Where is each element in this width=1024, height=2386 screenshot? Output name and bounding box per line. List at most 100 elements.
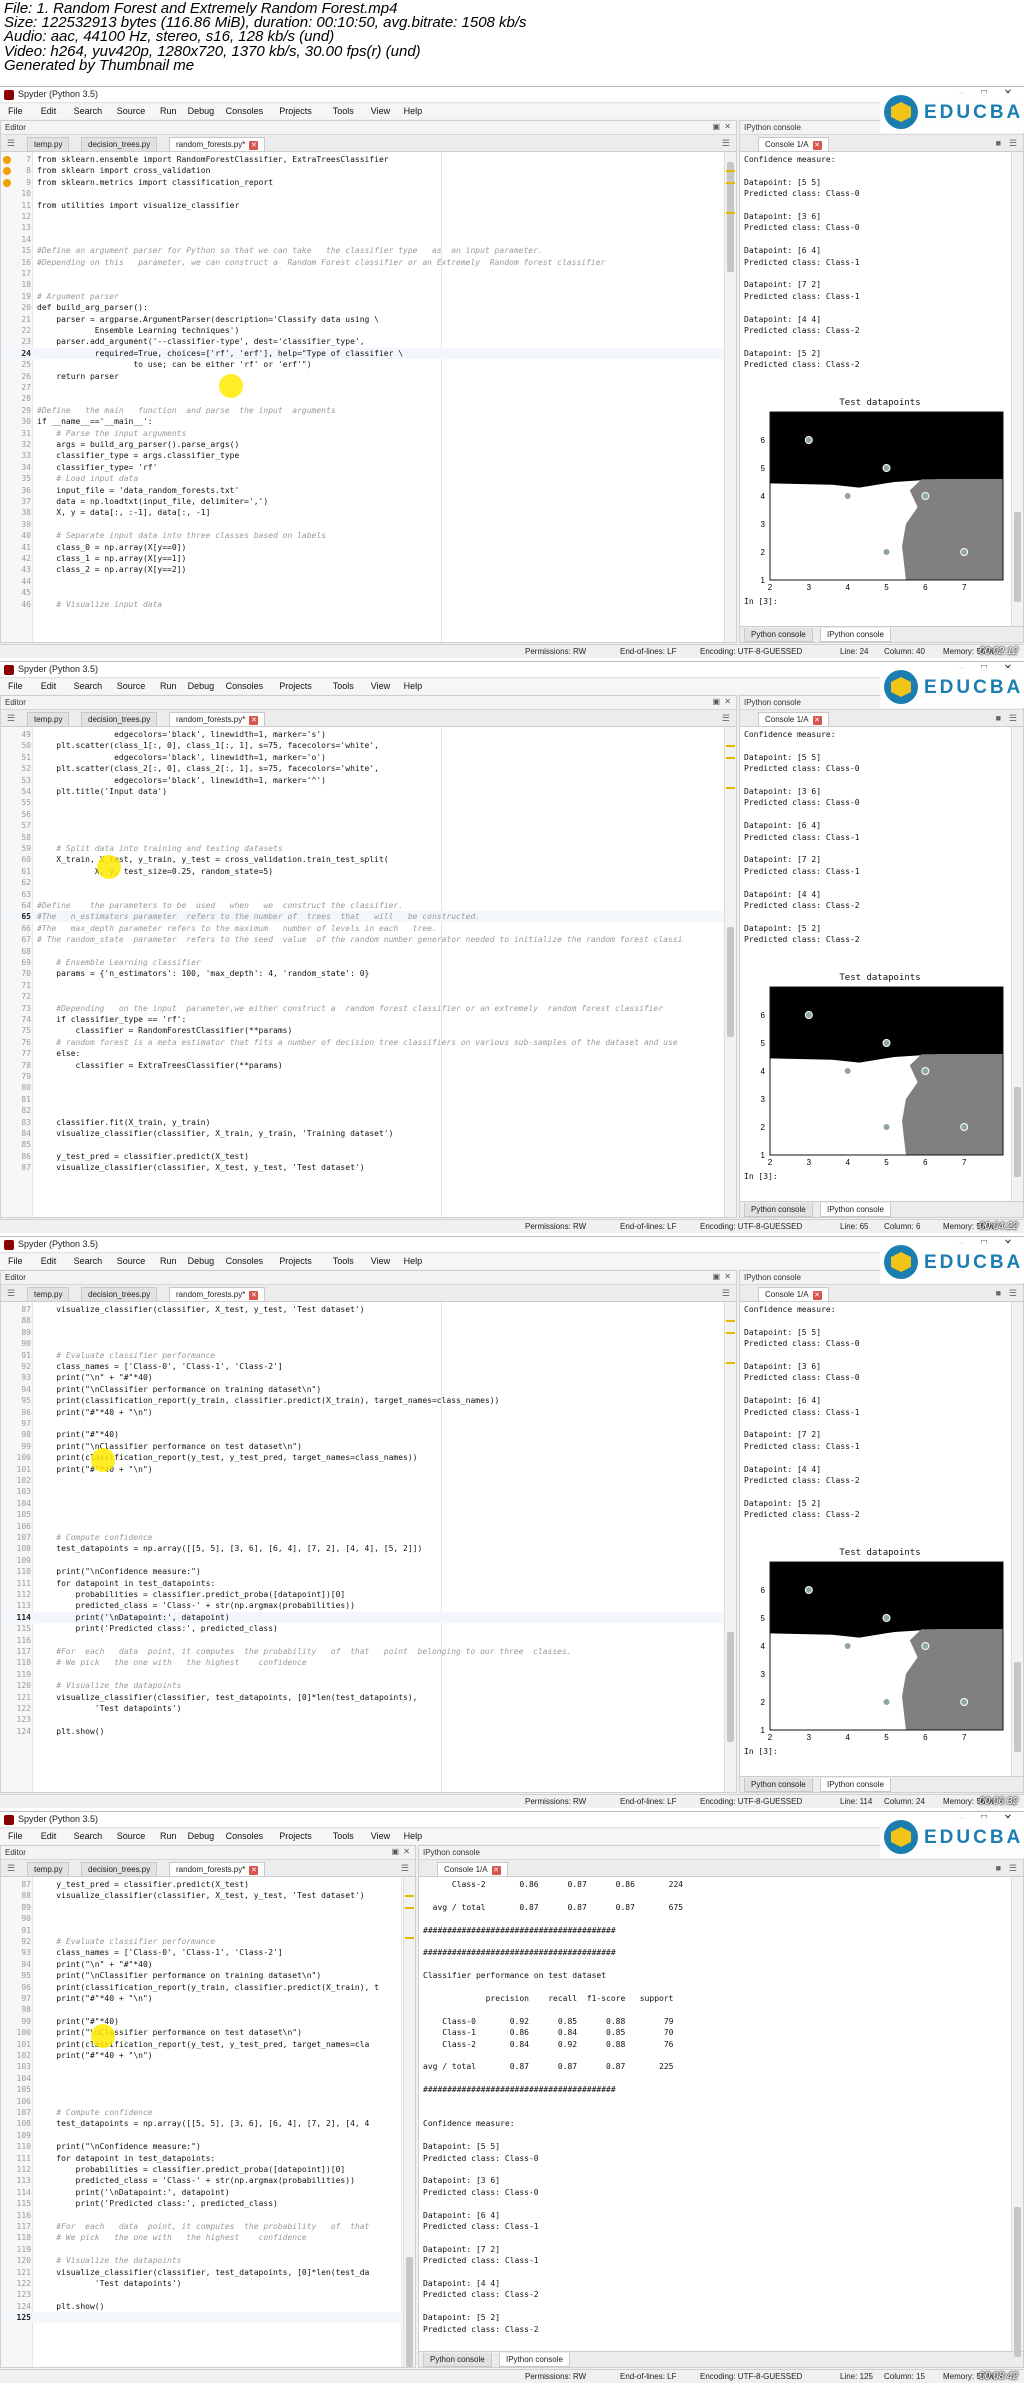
scrollbar-thumb[interactable] xyxy=(1014,512,1021,602)
menu-source[interactable]: Source xyxy=(117,1831,146,1841)
editor-tab[interactable]: random_forests.py* ✕ xyxy=(169,1287,266,1301)
menu-search[interactable]: Search xyxy=(74,1831,103,1841)
close-tab-icon[interactable]: ✕ xyxy=(491,1866,501,1875)
menu-edit[interactable]: Edit xyxy=(41,106,57,116)
console-type-tab[interactable]: IPython console xyxy=(499,2353,570,2367)
stop-icon[interactable]: ■ xyxy=(996,1863,1001,1873)
options-icon[interactable]: ☰ xyxy=(1009,1288,1017,1299)
close-pane-icon[interactable]: ✕ xyxy=(724,1272,731,1281)
console-prompt[interactable]: In [3]: xyxy=(744,596,778,607)
console-scrollbar[interactable] xyxy=(1011,727,1023,1201)
console-output[interactable]: Confidence measure: Datapoint: [5 5] Predi… xyxy=(740,1302,1023,1776)
close-pane-icon[interactable]: ✕ xyxy=(724,122,731,131)
close-pane-icon[interactable]: ✕ xyxy=(724,697,731,706)
console-type-tab[interactable]: Python console xyxy=(423,2353,492,2367)
editor-tab[interactable]: decision_trees.py xyxy=(81,1287,158,1301)
menu-debug[interactable]: Debug xyxy=(188,106,215,116)
options-icon[interactable]: ☰ xyxy=(401,1863,409,1874)
code-editor[interactable]: 7 from sklearn.ensemble import RandomFore… xyxy=(1,152,736,642)
menu-help[interactable]: Help xyxy=(404,1256,423,1266)
menu-consoles[interactable]: Consoles xyxy=(226,1256,264,1266)
menu-consoles[interactable]: Consoles xyxy=(226,1831,264,1841)
scrollbar-thumb[interactable] xyxy=(1014,1087,1021,1177)
menu-search[interactable]: Search xyxy=(74,106,103,116)
editor-scrollbar[interactable] xyxy=(724,727,736,1217)
menu-projects[interactable]: Projects xyxy=(279,1831,312,1841)
console-tab[interactable]: Console 1/A ✕ xyxy=(437,1862,508,1876)
editor-tab[interactable]: temp.py xyxy=(27,712,70,726)
scrollbar-thumb[interactable] xyxy=(1014,1662,1021,1752)
menu-run[interactable]: Run xyxy=(160,1831,177,1841)
editor-tab[interactable]: temp.py xyxy=(27,1287,70,1301)
console-prompt[interactable]: In [3]: xyxy=(744,1171,778,1182)
menu-search[interactable]: Search xyxy=(74,681,103,691)
close-tab-icon[interactable]: ✕ xyxy=(249,1866,259,1875)
options-icon[interactable]: ☰ xyxy=(722,713,730,724)
console-type-tab[interactable]: Python console xyxy=(744,1203,813,1217)
menu-help[interactable]: Help xyxy=(404,681,423,691)
menu-debug[interactable]: Debug xyxy=(188,681,215,691)
editor-scrollbar[interactable] xyxy=(724,152,736,642)
editor-tab[interactable]: temp.py xyxy=(27,137,70,151)
editor-tab[interactable]: random_forests.py* ✕ xyxy=(169,712,266,726)
stop-icon[interactable]: ■ xyxy=(996,713,1001,723)
options-icon[interactable]: ☰ xyxy=(722,1288,730,1299)
menu-consoles[interactable]: Consoles xyxy=(226,106,264,116)
menu-view[interactable]: View xyxy=(371,1831,390,1841)
menu-file[interactable]: File xyxy=(8,1831,23,1841)
code-editor[interactable]: 49 edgecolors='black', linewidth=1, mark… xyxy=(1,727,736,1217)
menu-tools[interactable]: Tools xyxy=(333,1256,354,1266)
menu-run[interactable]: Run xyxy=(160,1256,177,1266)
console-scrollbar[interactable] xyxy=(1011,1302,1023,1776)
close-tab-icon[interactable]: ✕ xyxy=(249,1291,259,1300)
close-pane-icon[interactable]: ✕ xyxy=(403,1847,410,1856)
menu-source[interactable]: Source xyxy=(117,106,146,116)
code-editor[interactable]: 87 visualize_classifier(classifier, X_te… xyxy=(1,1302,736,1792)
console-type-tab[interactable]: IPython console xyxy=(820,1203,891,1217)
editor-tab[interactable]: decision_trees.py xyxy=(81,137,158,151)
scrollbar-thumb[interactable] xyxy=(1014,2207,1021,2357)
editor-tab[interactable]: random_forests.py* ✕ xyxy=(169,1862,266,1876)
editor-tab[interactable]: temp.py xyxy=(27,1862,70,1876)
console-prompt[interactable]: In [3]: xyxy=(744,1746,778,1757)
console-tab[interactable]: Console 1/A ✕ xyxy=(758,712,829,726)
console-type-tab[interactable]: IPython console xyxy=(820,628,891,642)
close-tab-icon[interactable]: ✕ xyxy=(812,716,822,725)
tab-browse-icon[interactable]: ☰ xyxy=(7,1288,15,1299)
menu-debug[interactable]: Debug xyxy=(188,1256,215,1266)
menu-file[interactable]: File xyxy=(8,1256,23,1266)
menu-view[interactable]: View xyxy=(371,1256,390,1266)
menu-projects[interactable]: Projects xyxy=(279,106,312,116)
options-icon[interactable]: ☰ xyxy=(1009,1863,1017,1874)
menu-run[interactable]: Run xyxy=(160,681,177,691)
menu-edit[interactable]: Edit xyxy=(41,681,57,691)
menu-tools[interactable]: Tools xyxy=(333,106,354,116)
menu-tools[interactable]: Tools xyxy=(333,1831,354,1841)
console-scrollbar[interactable] xyxy=(1011,1877,1023,2357)
menu-file[interactable]: File xyxy=(8,106,23,116)
menu-source[interactable]: Source xyxy=(117,681,146,691)
console-output[interactable]: Confidence measure: Datapoint: [5 5] Predi… xyxy=(740,152,1023,626)
console-output[interactable]: Class-2 0.86 0.87 0.86 224 avg / total 0… xyxy=(419,1877,1023,2351)
menu-run[interactable]: Run xyxy=(160,106,177,116)
undock-icon[interactable]: ▣ xyxy=(712,122,720,131)
menu-source[interactable]: Source xyxy=(117,1256,146,1266)
menu-edit[interactable]: Edit xyxy=(41,1256,57,1266)
editor-scrollbar[interactable] xyxy=(724,1302,736,1792)
menu-projects[interactable]: Projects xyxy=(279,681,312,691)
scrollbar-thumb[interactable] xyxy=(406,2257,413,2367)
tab-browse-icon[interactable]: ☰ xyxy=(7,1863,15,1874)
options-icon[interactable]: ☰ xyxy=(1009,138,1017,149)
stop-icon[interactable]: ■ xyxy=(996,138,1001,148)
menu-view[interactable]: View xyxy=(371,681,390,691)
undock-icon[interactable]: ▣ xyxy=(391,1847,399,1856)
code-editor[interactable]: 87 y_test_pred = classifier.predict(X_te… xyxy=(1,1877,415,2367)
scrollbar-thumb[interactable] xyxy=(727,1632,734,1742)
close-tab-icon[interactable]: ✕ xyxy=(249,141,259,150)
scrollbar-thumb[interactable] xyxy=(727,162,734,272)
menu-help[interactable]: Help xyxy=(404,1831,423,1841)
warning-icon[interactable] xyxy=(3,156,11,164)
console-scrollbar[interactable] xyxy=(1011,152,1023,626)
console-tab[interactable]: Console 1/A ✕ xyxy=(758,1287,829,1301)
editor-tab[interactable]: decision_trees.py xyxy=(81,1862,158,1876)
